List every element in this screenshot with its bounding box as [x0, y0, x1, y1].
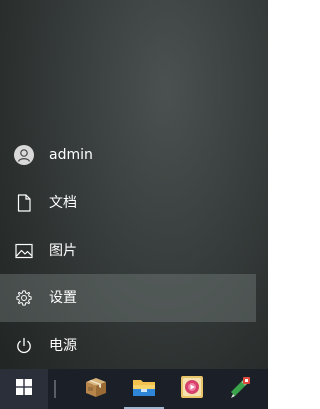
file-explorer-icon [131, 376, 157, 402]
start-item-power-label: 电源 [49, 338, 77, 354]
taskbar-app-package[interactable] [72, 369, 120, 409]
start-item-documents-label: 文档 [49, 195, 77, 211]
picture-icon [14, 241, 34, 261]
package-icon [83, 375, 109, 403]
start-menu-screen: admin 文档 图片 设置 电源 [0, 0, 268, 409]
start-button[interactable] [0, 369, 48, 409]
taskbar-app-media[interactable] [168, 369, 216, 409]
gear-icon [14, 288, 34, 308]
start-item-user-label: admin [49, 147, 93, 163]
start-item-user[interactable]: admin [0, 131, 256, 179]
taskbar-app-tools[interactable] [216, 369, 264, 409]
user-avatar-icon [14, 145, 34, 165]
document-icon [14, 193, 34, 213]
taskbar-divider [54, 380, 56, 398]
start-item-power[interactable]: 电源 [0, 322, 256, 370]
tools-app-icon [227, 374, 253, 404]
start-menu-rail: admin 文档 图片 设置 电源 [0, 0, 256, 369]
start-item-settings-label: 设置 [49, 290, 77, 306]
taskbar [0, 369, 268, 409]
start-item-pictures-label: 图片 [49, 243, 77, 259]
taskbar-app-file-explorer[interactable] [120, 369, 168, 409]
power-icon [14, 336, 34, 356]
windows-logo-icon [16, 379, 32, 399]
media-app-icon [179, 374, 205, 404]
start-item-settings[interactable]: 设置 [0, 274, 256, 322]
start-item-pictures[interactable]: 图片 [0, 227, 256, 275]
start-item-documents[interactable]: 文档 [0, 179, 256, 227]
